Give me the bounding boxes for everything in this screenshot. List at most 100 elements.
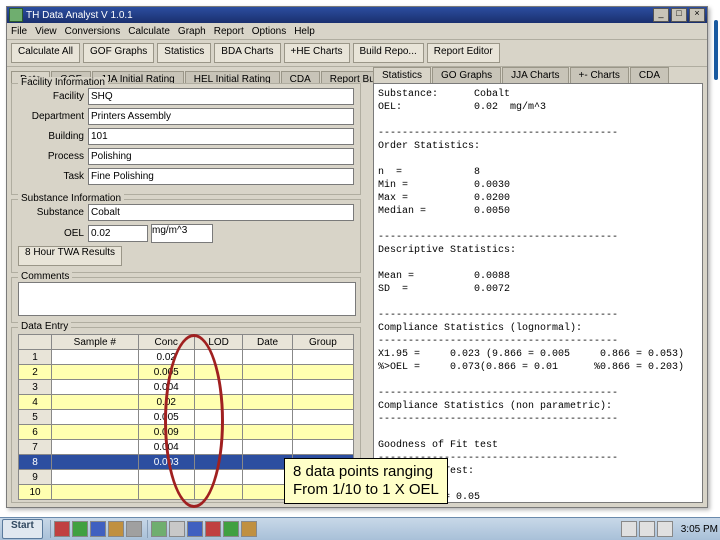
table-cell[interactable] xyxy=(292,365,353,380)
quicklaunch-icon[interactable] xyxy=(54,521,70,537)
col-group[interactable]: Group xyxy=(292,335,353,350)
col-sample[interactable]: Sample # xyxy=(52,335,139,350)
table-cell[interactable] xyxy=(52,455,139,470)
table-cell[interactable] xyxy=(52,485,139,500)
conc-cell[interactable]: 0.003 xyxy=(138,455,194,470)
right-tab-jja-charts[interactable]: JJA Charts xyxy=(502,67,568,83)
menu-file[interactable]: File xyxy=(11,26,27,37)
right-tab-statistics[interactable]: Statistics xyxy=(373,67,431,83)
oel-unit-select[interactable]: mg/m^3 xyxy=(151,224,213,243)
menu-conversions[interactable]: Conversions xyxy=(65,26,121,37)
table-cell[interactable] xyxy=(292,380,353,395)
table-cell[interactable] xyxy=(243,410,292,425)
taskbar-app-icon[interactable] xyxy=(187,521,203,537)
facility-input[interactable]: SHQ xyxy=(88,88,354,105)
conc-cell[interactable] xyxy=(138,485,194,500)
row-number-cell[interactable]: 1 xyxy=(19,350,52,365)
row-number-cell[interactable]: 4 xyxy=(19,395,52,410)
taskbar-app-icon[interactable] xyxy=(205,521,221,537)
conc-cell[interactable] xyxy=(138,470,194,485)
table-cell[interactable] xyxy=(194,350,242,365)
table-cell[interactable] xyxy=(194,485,242,500)
right-tab-cda[interactable]: CDA xyxy=(630,67,669,83)
table-cell[interactable] xyxy=(52,470,139,485)
conc-cell[interactable]: 0.005 xyxy=(138,410,194,425)
menu-graph[interactable]: Graph xyxy=(178,26,206,37)
tray-icon[interactable] xyxy=(621,521,637,537)
row-number-cell[interactable]: 5 xyxy=(19,410,52,425)
table-row[interactable]: 10.02 xyxy=(19,350,354,365)
conc-cell[interactable]: 0.02 xyxy=(138,395,194,410)
table-cell[interactable] xyxy=(52,365,139,380)
col-lod[interactable]: LOD xyxy=(194,335,242,350)
conc-cell[interactable]: 0.004 xyxy=(138,380,194,395)
menu-view[interactable]: View xyxy=(35,26,57,37)
table-cell[interactable] xyxy=(52,440,139,455)
quicklaunch-icon[interactable] xyxy=(126,521,142,537)
table-cell[interactable] xyxy=(52,425,139,440)
minimize-button[interactable]: _ xyxy=(653,8,669,22)
table-cell[interactable] xyxy=(292,410,353,425)
table-cell[interactable] xyxy=(194,455,242,470)
taskbar-app-icon[interactable] xyxy=(223,521,239,537)
taskbar-app-icon[interactable] xyxy=(151,521,167,537)
quicklaunch-icon[interactable] xyxy=(108,521,124,537)
toolbar-statistics[interactable]: Statistics xyxy=(157,43,211,63)
table-cell[interactable] xyxy=(194,380,242,395)
table-cell[interactable] xyxy=(52,380,139,395)
table-cell[interactable] xyxy=(52,410,139,425)
table-row[interactable]: 3 0.004 xyxy=(19,380,354,395)
table-cell[interactable] xyxy=(194,425,242,440)
quicklaunch-icon[interactable] xyxy=(72,521,88,537)
conc-cell[interactable]: 0.009 xyxy=(138,425,194,440)
table-cell[interactable] xyxy=(292,440,353,455)
table-cell[interactable] xyxy=(292,350,353,365)
col-conc[interactable]: Conc xyxy=(138,335,194,350)
col-date[interactable]: Date xyxy=(243,335,292,350)
table-cell[interactable] xyxy=(292,425,353,440)
table-row[interactable]: 5 0.005 xyxy=(19,410,354,425)
tray-icon[interactable] xyxy=(639,521,655,537)
process-input[interactable]: Polishing xyxy=(88,148,354,165)
menu-calculate[interactable]: Calculate xyxy=(128,26,170,37)
row-number-cell[interactable]: 6 xyxy=(19,425,52,440)
toolbar-build-report[interactable]: Build Repo... xyxy=(353,43,424,63)
table-row[interactable]: 2 0.005 xyxy=(19,365,354,380)
table-cell[interactable] xyxy=(243,440,292,455)
start-button[interactable]: Start xyxy=(2,519,43,539)
table-cell[interactable] xyxy=(194,365,242,380)
row-number-cell[interactable]: 10 xyxy=(19,485,52,500)
close-button[interactable]: × xyxy=(689,8,705,22)
eight-hour-twa-button[interactable]: 8 Hour TWA Results xyxy=(18,246,122,266)
taskbar-app-icon[interactable] xyxy=(241,521,257,537)
menu-help[interactable]: Help xyxy=(294,26,315,37)
row-number-cell[interactable]: 7 xyxy=(19,440,52,455)
table-cell[interactable] xyxy=(52,395,139,410)
toolbar-gof-graphs[interactable]: GOF Graphs xyxy=(83,43,154,63)
maximize-button[interactable]: □ xyxy=(671,8,687,22)
table-cell[interactable] xyxy=(243,380,292,395)
conc-cell[interactable]: 0.005 xyxy=(138,365,194,380)
table-cell[interactable] xyxy=(194,410,242,425)
tray-icon[interactable] xyxy=(657,521,673,537)
toolbar-calculate-all[interactable]: Calculate All xyxy=(11,43,80,63)
table-cell[interactable] xyxy=(194,470,242,485)
row-number-cell[interactable]: 3 xyxy=(19,380,52,395)
row-number-cell[interactable]: 2 xyxy=(19,365,52,380)
table-cell[interactable] xyxy=(243,425,292,440)
building-input[interactable]: 101 xyxy=(88,128,354,145)
table-cell[interactable] xyxy=(243,395,292,410)
toolbar-bda-charts[interactable]: BDA Charts xyxy=(214,43,280,63)
comments-textarea[interactable] xyxy=(18,282,356,316)
quicklaunch-icon[interactable] xyxy=(90,521,106,537)
table-cell[interactable] xyxy=(243,365,292,380)
row-number-cell[interactable]: 8 xyxy=(19,455,52,470)
substance-input[interactable]: Cobalt xyxy=(88,204,354,221)
right-tab-go-graphs[interactable]: GO Graphs xyxy=(432,67,501,83)
right-tab-pm-charts[interactable]: +- Charts xyxy=(570,67,629,83)
menu-report[interactable]: Report xyxy=(214,26,244,37)
conc-cell[interactable]: 0.02 xyxy=(138,350,194,365)
table-row[interactable]: 6 0.009 xyxy=(19,425,354,440)
table-cell[interactable] xyxy=(52,350,139,365)
toolbar-report-editor[interactable]: Report Editor xyxy=(427,43,500,63)
